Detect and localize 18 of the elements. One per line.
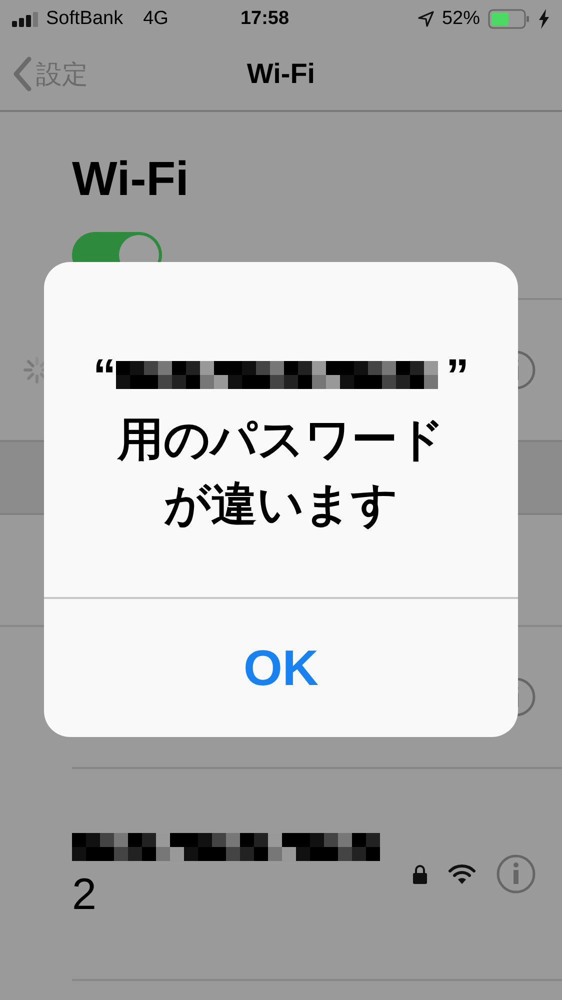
charging-bolt-icon bbox=[538, 9, 550, 29]
wifi-heading: Wi-Fi bbox=[72, 156, 190, 204]
open-quote: “ bbox=[93, 348, 116, 403]
status-time: 17:58 bbox=[240, 6, 290, 31]
carrier-name: SoftBank bbox=[46, 6, 124, 31]
alert-message: 用のパスワード bbox=[118, 412, 444, 468]
close-quote: ” bbox=[446, 348, 469, 403]
alert-message: が違います bbox=[164, 476, 398, 532]
battery-icon bbox=[488, 9, 530, 29]
location-arrow-icon bbox=[418, 11, 434, 27]
chevron-left-icon bbox=[12, 56, 32, 92]
wifi-signal-icon bbox=[448, 863, 476, 885]
network-name: 2 bbox=[72, 868, 98, 920]
ok-button[interactable]: OK bbox=[44, 599, 518, 737]
info-icon[interactable] bbox=[496, 854, 536, 894]
nav-title: Wi-Fi bbox=[246, 57, 316, 91]
network-type: 4G bbox=[143, 6, 168, 31]
battery-percent: 52% bbox=[442, 6, 480, 31]
